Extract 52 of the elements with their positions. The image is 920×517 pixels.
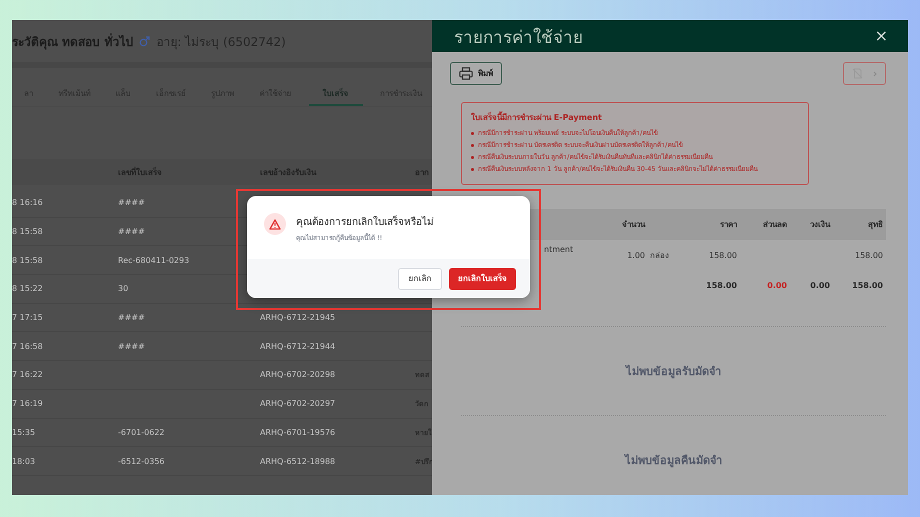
table-cell-text: ARHQ-6512-18988 [260,456,336,466]
table-cell-text: 8 15:22 [12,284,44,294]
table-cell-text: 158.00 [708,250,737,260]
printer-icon [459,67,473,80]
table-cell-text: ARHQ-6712-21945 [260,313,336,322]
table-cell-text: 1.00 [626,250,645,260]
total-cell-text: 0.00 [766,280,787,290]
warning-icon [264,213,286,235]
table-cell-text: 7 16:58 [12,342,44,351]
table-cell-text: 7 17:15 [12,313,44,322]
table-cell-text: 18:03 [12,456,36,466]
print-button[interactable]: พิมพ์ [450,62,502,85]
column-header: ราคา [719,219,737,231]
total-cell-text: 158.00 [851,280,883,290]
table-cell-text: 8 15:58 [12,256,44,265]
table-cell-text: กล่อง [649,250,670,262]
table-cell-text: 30 [118,284,130,294]
caret-icon [873,70,877,76]
table-cell-text: 8 15:58 [12,227,44,236]
column-header: สุทธิ [867,219,883,231]
table-cell-text: ARHQ-6701-19576 [260,428,336,437]
table-cell-text: Rec-680411-0293 [118,256,190,265]
table-cell-text: 8 16:16 [12,198,44,208]
options-button[interactable] [843,62,886,85]
cancel-button[interactable]: ยกเลิก [398,268,442,290]
confirm-button[interactable]: ยกเลิกใบเสร็จ [449,268,516,290]
column-header: ส่วนลด [762,219,787,231]
item-name: ntment [543,244,574,254]
empty-message: ไม่พบข้อมูลรับมัดจำ [624,364,722,380]
total-cell-text: 0.00 [809,280,830,290]
table-cell-text: -6512-0356 [118,456,166,466]
column-header: จำนวน [621,219,645,231]
column-header: วงเงิน [809,219,830,231]
table-cell-text: 7 16:19 [12,399,44,408]
drawer-title: รายการค่าใช้จ่าย [454,26,583,50]
table-cell-text: ARHQ-6702-20297 [260,399,336,408]
table-cell-text: #### [118,342,146,351]
table-cell-text: -6701-0622 [118,428,166,437]
close-button[interactable]: × [874,28,888,44]
table-cell-text: #### [118,198,146,208]
table-cell-text: #### [118,227,146,236]
table-cell-text: ARHQ-6712-21944 [260,342,336,351]
table-cell-text: 15:35 [12,428,36,437]
total-cell-text: 158.00 [705,280,737,290]
empty-message: ไม่พบข้อมูลคืนมัดจำ [623,452,723,470]
table-cell-text: 7 16:22 [12,370,44,380]
table-cell-text: #### [118,313,146,322]
notice-title: ใบเสร็จนี้มีการชำระผ่าน E-Payment [471,111,603,124]
table-cell-text: ARHQ-6702-20298 [260,370,336,380]
dialog-title: คุณต้องการยกเลิกใบเสร็จหรือไม่ [296,214,434,229]
table-cell-text: 158.00 [854,250,883,260]
male-icon [139,36,150,46]
